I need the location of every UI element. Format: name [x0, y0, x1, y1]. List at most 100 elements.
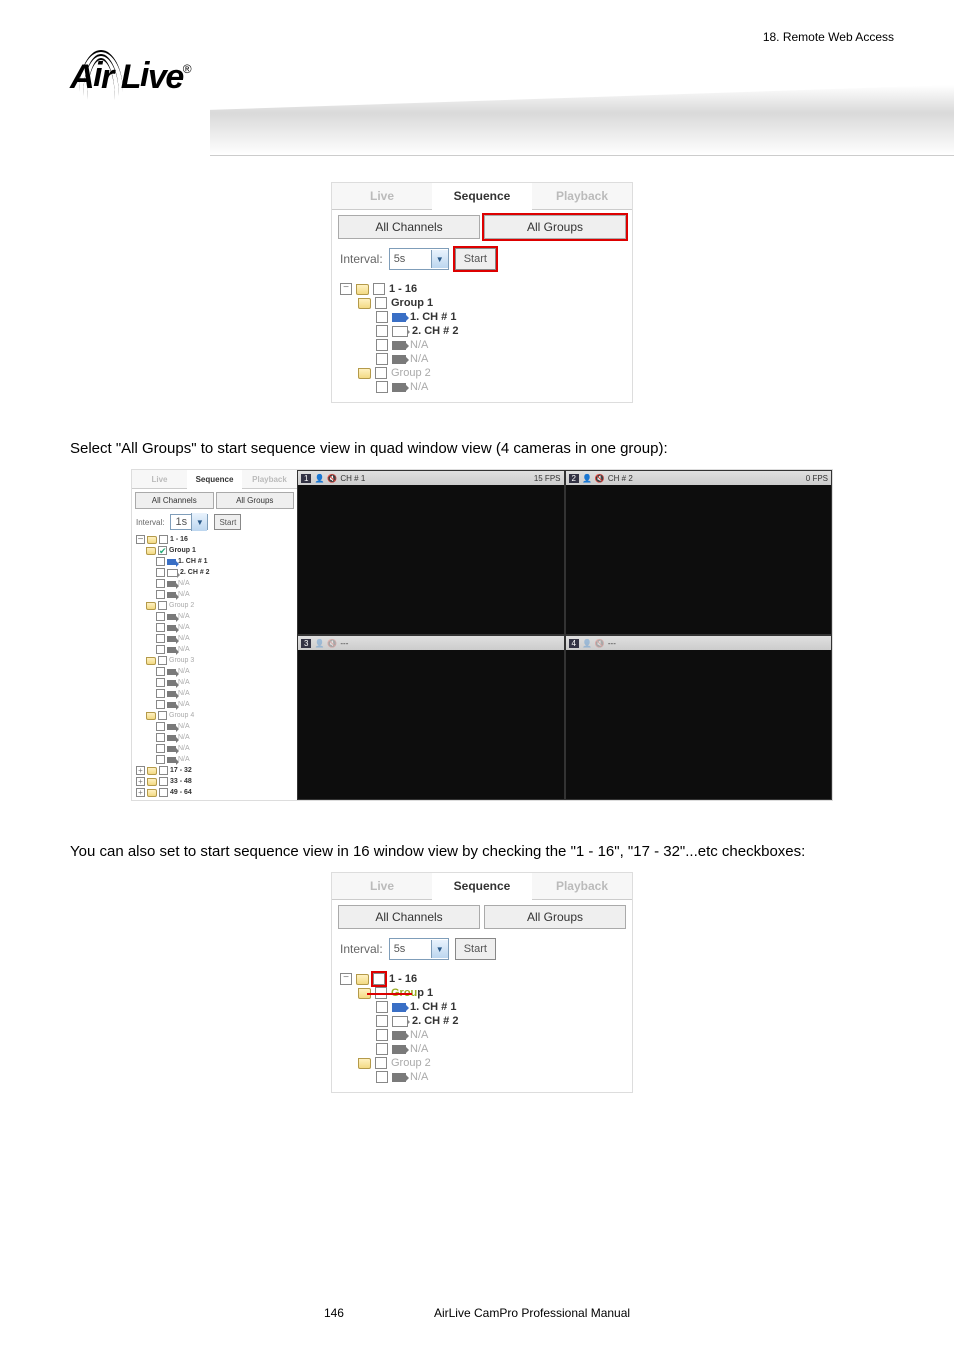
- checkbox[interactable]: [376, 381, 388, 393]
- interval-select[interactable]: 1s▼: [170, 514, 208, 530]
- checkbox[interactable]: [156, 744, 165, 753]
- start-button[interactable]: Start: [455, 938, 496, 960]
- expand-icon[interactable]: +: [136, 788, 145, 797]
- quad-number: 1: [301, 474, 311, 483]
- checkbox[interactable]: [376, 353, 388, 365]
- fps-label: 15 FPS: [534, 474, 561, 483]
- tab-playback[interactable]: Playback: [532, 183, 632, 209]
- camera-icon: [167, 647, 176, 653]
- checkbox[interactable]: [156, 645, 165, 654]
- collapse-icon[interactable]: [136, 535, 145, 544]
- checkbox[interactable]: [156, 667, 165, 676]
- tab-playback[interactable]: Playback: [532, 873, 632, 899]
- checkbox[interactable]: [156, 590, 165, 599]
- checkbox[interactable]: [156, 689, 165, 698]
- collapse-icon[interactable]: [340, 283, 352, 295]
- tree-item: N/A: [178, 646, 190, 654]
- tab-playback[interactable]: Playback: [242, 470, 297, 488]
- quad-number: 4: [569, 639, 579, 648]
- tree-group-2: Group 2: [391, 367, 431, 379]
- paragraph-2: You can also set to start sequence view …: [70, 841, 894, 862]
- tab-sequence[interactable]: Sequence: [432, 183, 532, 210]
- tree-item: N/A: [178, 624, 190, 632]
- checkbox[interactable]: [156, 579, 165, 588]
- tree-item: 2. CH # 2: [180, 569, 210, 577]
- checkbox[interactable]: [158, 546, 167, 555]
- camera-icon: [392, 1031, 406, 1040]
- all-groups-button[interactable]: All Groups: [216, 492, 295, 509]
- checkbox[interactable]: [159, 777, 168, 786]
- channel-label: ---: [608, 639, 616, 648]
- all-channels-button[interactable]: All Channels: [135, 492, 214, 509]
- folder-icon: [147, 778, 157, 786]
- tree-item: N/A: [178, 701, 190, 709]
- camera-icon: [167, 724, 176, 730]
- all-groups-button[interactable]: All Groups: [484, 215, 626, 239]
- expand-icon[interactable]: +: [136, 766, 145, 775]
- camera-icon: [167, 746, 176, 752]
- checkbox[interactable]: [156, 733, 165, 742]
- checkbox[interactable]: [158, 601, 167, 610]
- checkbox[interactable]: [376, 339, 388, 351]
- tab-live[interactable]: Live: [132, 470, 187, 488]
- tab-sequence[interactable]: Sequence: [187, 470, 242, 489]
- tab-live[interactable]: Live: [332, 873, 432, 899]
- tree-root: 17 - 32: [170, 767, 192, 775]
- checkbox[interactable]: [156, 612, 165, 621]
- channel-label: ---: [340, 639, 348, 648]
- checkbox[interactable]: [158, 711, 167, 720]
- page-number: 146: [324, 1306, 344, 1320]
- all-channels-button[interactable]: All Channels: [338, 215, 480, 239]
- tree-root: 33 - 48: [170, 778, 192, 786]
- sequence-panel-2: Live Sequence Playback All Channels All …: [331, 872, 633, 1093]
- checkbox[interactable]: [156, 722, 165, 731]
- all-channels-button[interactable]: All Channels: [338, 905, 480, 929]
- tab-sequence[interactable]: Sequence: [432, 873, 532, 900]
- tree-group-1-strike: Group 1: [391, 987, 433, 999]
- checkbox[interactable]: [375, 367, 387, 379]
- tree-root: 1 - 16: [389, 973, 417, 985]
- tree-item: N/A: [410, 1071, 428, 1083]
- checkbox[interactable]: [156, 755, 165, 764]
- interval-select[interactable]: 5s ▼: [389, 248, 449, 270]
- tree-item: 1. CH # 1: [410, 1001, 456, 1013]
- checkbox[interactable]: [375, 297, 387, 309]
- checkbox[interactable]: [376, 1001, 388, 1013]
- checkbox[interactable]: [376, 325, 388, 337]
- checkbox[interactable]: [159, 535, 168, 544]
- tree-group-1: Group 1: [391, 297, 433, 309]
- person-icon: 👤: [314, 474, 324, 483]
- checkbox[interactable]: [159, 788, 168, 797]
- quad-view-screenshot: Live Sequence Playback All Channels All …: [131, 469, 833, 801]
- checkbox[interactable]: [159, 766, 168, 775]
- checkbox[interactable]: [376, 311, 388, 323]
- quad-number: 2: [569, 474, 579, 483]
- checkbox[interactable]: [156, 634, 165, 643]
- checkbox[interactable]: [156, 700, 165, 709]
- checkbox[interactable]: [373, 283, 385, 295]
- folder-icon: [146, 547, 156, 555]
- checkbox-1-16[interactable]: [373, 973, 385, 985]
- checkbox[interactable]: [376, 1071, 388, 1083]
- folder-icon: [147, 789, 157, 797]
- folder-icon: [356, 974, 369, 985]
- checkbox[interactable]: [376, 1015, 388, 1027]
- quad-1: 1👤🔇CH # 115 FPS: [297, 470, 565, 635]
- tree-na: N/A: [410, 339, 428, 351]
- tree-item: N/A: [410, 1029, 428, 1041]
- tab-live[interactable]: Live: [332, 183, 432, 209]
- checkbox[interactable]: [375, 1057, 387, 1069]
- expand-icon[interactable]: +: [136, 777, 145, 786]
- collapse-icon[interactable]: [340, 973, 352, 985]
- checkbox[interactable]: [158, 656, 167, 665]
- checkbox[interactable]: [156, 623, 165, 632]
- start-button[interactable]: Start: [214, 514, 241, 530]
- all-groups-button[interactable]: All Groups: [484, 905, 626, 929]
- checkbox[interactable]: [376, 1029, 388, 1041]
- interval-select[interactable]: 5s ▼: [389, 938, 449, 960]
- checkbox[interactable]: [156, 678, 165, 687]
- checkbox[interactable]: [156, 568, 165, 577]
- checkbox[interactable]: [156, 557, 165, 566]
- checkbox[interactable]: [376, 1043, 388, 1055]
- start-button[interactable]: Start: [455, 248, 496, 270]
